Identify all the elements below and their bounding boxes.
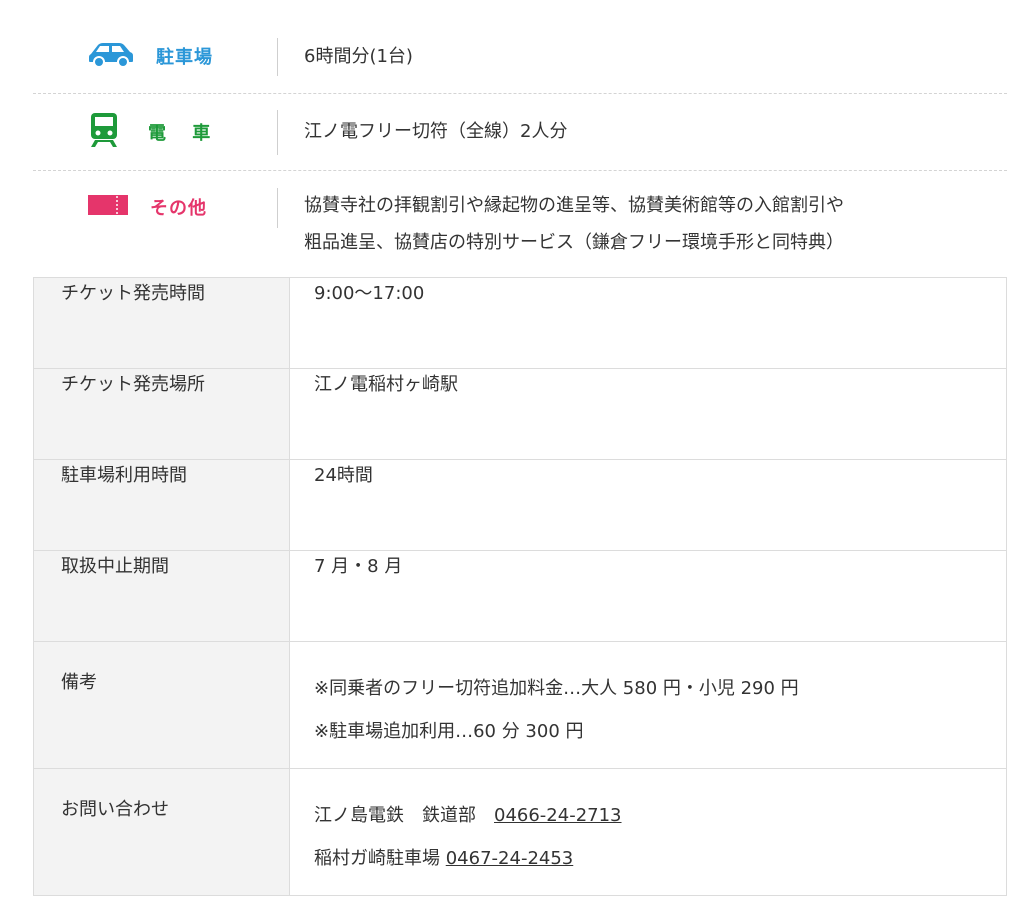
table-row: お問い合わせ 江ノ島電鉄 鉄道部 0466-24-2713 稲村ガ崎駐車場 04… — [33, 768, 1007, 896]
row-value-notes: ※同乗者のフリー切符追加料金…大人 580 円・小児 290 円 ※駐車場追加利… — [289, 641, 1007, 769]
row-label-notes: 備考 — [33, 641, 290, 769]
table-row: チケット発売時間 9:00〜17:00 — [33, 277, 1007, 369]
benefit-text-other-line1: 協賛寺社の拝観割引や縁起物の進呈等、協賛美術館等の入館割引や — [304, 195, 844, 216]
railway-phone-link[interactable]: 0466-24-2713 — [494, 805, 622, 826]
table-row: チケット発売場所 江ノ電稲村ヶ崎駅 — [33, 368, 1007, 460]
parking-phone-link[interactable]: 0467-24-2453 — [446, 848, 574, 869]
contact-line1: 江ノ島電鉄 鉄道部 0466-24-2713 — [314, 794, 1005, 837]
ticket-info-table: チケット発売時間 9:00〜17:00 チケット発売場所 江ノ電稲村ヶ崎駅 駐車… — [33, 277, 1007, 896]
notes-line1: ※同乗者のフリー切符追加料金…大人 580 円・小児 290 円 — [314, 678, 799, 699]
row-value-contact: 江ノ島電鉄 鉄道部 0466-24-2713 稲村ガ崎駐車場 0467-24-2… — [289, 768, 1007, 896]
row-label-sale-place: チケット発売場所 — [33, 368, 290, 460]
notes-line2: ※駐車場追加利用…60 分 300 円 — [314, 721, 584, 742]
row-value-suspension: 7 月・8 月 — [289, 550, 1007, 642]
row-label-contact: お問い合わせ — [33, 768, 290, 896]
row-value-sale-hours: 9:00〜17:00 — [289, 277, 1007, 369]
contact-parking-name: 稲村ガ崎駐車場 — [314, 848, 446, 869]
ticket-icon — [88, 194, 128, 220]
benefits-list: 駐車場 6時間分(1台) 電 車 江ノ電フリー切符（全線）2人分 その他 協賛寺… — [33, 18, 1007, 279]
table-row: 駐車場利用時間 24時間 — [33, 459, 1007, 551]
row-label-parking-hours: 駐車場利用時間 — [33, 459, 290, 551]
contact-line2: 稲村ガ崎駐車場 0467-24-2453 — [314, 837, 1005, 880]
row-label-sale-hours: チケット発売時間 — [33, 277, 290, 369]
benefit-label-other: その他 — [150, 198, 207, 219]
benefit-label-train: 電 車 — [148, 123, 221, 144]
benefit-other: その他 協賛寺社の拝観割引や縁起物の進呈等、協賛美術館等の入館割引や 粗品進呈、… — [33, 170, 1007, 279]
contact-railway-name: 江ノ島電鉄 鉄道部 — [314, 805, 494, 826]
benefit-label-parking: 駐車場 — [156, 46, 213, 68]
benefit-text-train: 江ノ電フリー切符（全線）2人分 — [304, 121, 568, 142]
benefit-text-other-line2: 粗品進呈、協賛店の特別サービス（鎌倉フリー環境手形と同特典） — [304, 232, 844, 253]
car-icon — [88, 40, 134, 72]
row-value-parking-hours: 24時間 — [289, 459, 1007, 551]
table-row: 備考 ※同乗者のフリー切符追加料金…大人 580 円・小児 290 円 ※駐車場… — [33, 641, 1007, 769]
benefit-train: 電 車 江ノ電フリー切符（全線）2人分 — [33, 93, 1007, 170]
train-icon — [88, 112, 120, 152]
row-label-suspension: 取扱中止期間 — [33, 550, 290, 642]
table-row: 取扱中止期間 7 月・8 月 — [33, 550, 1007, 642]
benefit-text-other: 協賛寺社の拝観割引や縁起物の進呈等、協賛美術館等の入館割引や 粗品進呈、協賛店の… — [278, 171, 844, 261]
benefit-text-parking: 6時間分(1台) — [304, 46, 413, 67]
row-value-sale-place: 江ノ電稲村ヶ崎駅 — [289, 368, 1007, 460]
benefit-parking: 駐車場 6時間分(1台) — [33, 18, 1007, 93]
